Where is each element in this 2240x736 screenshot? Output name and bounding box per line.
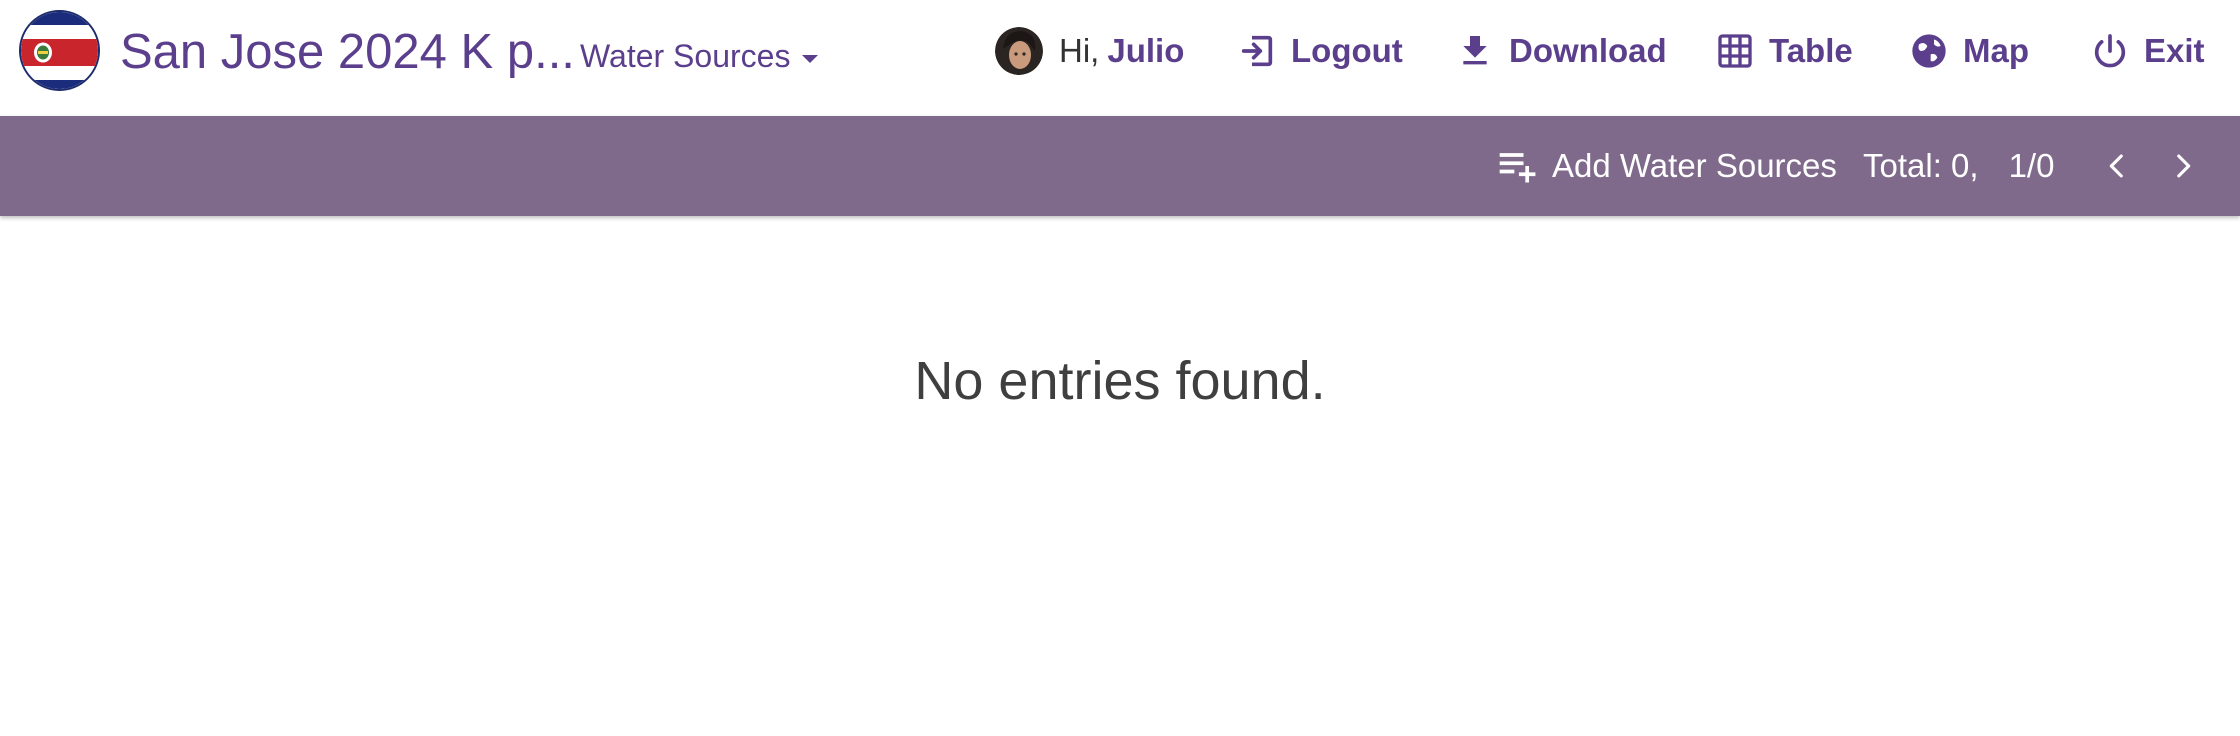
user-name: Julio	[1107, 32, 1185, 69]
playlist-add-icon	[1499, 153, 1536, 183]
form-select-label: Water Sources	[580, 38, 791, 74]
costa-rica-flag-icon	[19, 10, 100, 91]
add-water-sources-button[interactable]: Add Water Sources	[1496, 141, 1837, 191]
exit-button[interactable]: Exit	[2090, 26, 2205, 76]
table-grid-icon	[1718, 34, 1752, 68]
chevron-right-icon	[2177, 154, 2191, 178]
globe-icon	[1912, 34, 1946, 68]
form-select-dropdown[interactable]: Water Sources	[580, 38, 819, 75]
page-title: San Jose 2024 K p...	[120, 25, 575, 79]
user-greeting: Hi, Julio	[995, 26, 1184, 76]
logout-label: Logout	[1291, 32, 1403, 69]
page-indicator: 1/0	[2008, 147, 2055, 184]
download-label: Download	[1509, 32, 1667, 69]
next-page-button[interactable]	[2158, 141, 2208, 191]
logout-icon	[1241, 35, 1273, 67]
table-button[interactable]: Table	[1715, 26, 1853, 76]
avatar	[995, 27, 1043, 75]
pagination-status: Total: 0, 1/0	[1863, 141, 2054, 191]
map-button[interactable]: Map	[1909, 26, 2029, 76]
add-water-sources-label: Add Water Sources	[1552, 147, 1837, 184]
download-button[interactable]: Download	[1455, 26, 1667, 76]
greeting-prefix: Hi,	[1059, 32, 1100, 69]
list-toolbar: Add Water Sources Total: 0, 1/0	[0, 116, 2240, 216]
total-count: Total: 0,	[1863, 147, 1979, 184]
logout-button[interactable]: Logout	[1237, 26, 1403, 76]
exit-label: Exit	[2144, 32, 2205, 69]
caret-down-icon	[802, 54, 819, 63]
previous-page-button[interactable]	[2092, 141, 2142, 191]
table-label: Table	[1769, 32, 1853, 69]
power-icon	[2094, 34, 2126, 68]
download-icon	[1463, 36, 1487, 65]
map-label: Map	[1963, 32, 2029, 69]
empty-state-message: No entries found.	[914, 351, 1326, 411]
top-bar: San Jose 2024 K p... Water Sources Hi, J…	[0, 0, 2240, 116]
chevron-left-icon	[2109, 154, 2123, 178]
